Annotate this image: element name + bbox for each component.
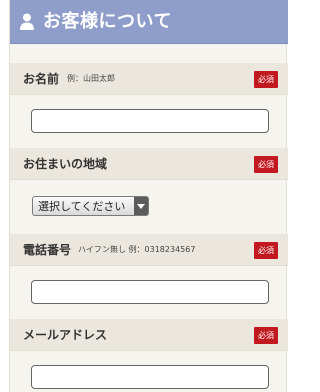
select-arrow-button[interactable] [134,197,148,215]
name-label-bar: お名前 例：山田太郎 必須 [10,63,288,95]
region-label-bar: お住まいの地域 必須 [10,148,288,180]
name-example: 例：山田太郎 [67,74,115,83]
email-label-bar: メールアドレス 必須 [10,319,288,351]
customer-form: お客様について お名前 例：山田太郎 必須 お住まいの地域 必須 選択してくださ… [9,0,288,392]
section-title: お客様について [43,11,172,32]
email-label: メールアドレス [23,328,108,342]
email-input[interactable] [31,365,269,389]
section-header: お客様について [10,0,288,44]
phone-required-badge: 必須 [254,242,278,259]
name-required-badge: 必須 [254,71,278,88]
phone-input[interactable] [31,280,269,304]
region-select[interactable]: 選択してください [32,196,149,216]
region-select-value: 選択してください [38,200,126,213]
user-icon [20,13,34,30]
email-required-badge: 必須 [254,327,278,344]
name-input[interactable] [31,109,269,133]
phone-example: ハイフン無し 例：0318234567 [78,245,196,254]
region-label: お住まいの地域 [23,157,108,171]
name-label: お名前 [23,72,60,86]
phone-label-bar: 電話番号 ハイフン無し 例：0318234567 必須 [10,234,288,266]
phone-label: 電話番号 [23,243,72,257]
region-required-badge: 必須 [254,156,278,173]
chevron-down-icon [137,204,145,209]
